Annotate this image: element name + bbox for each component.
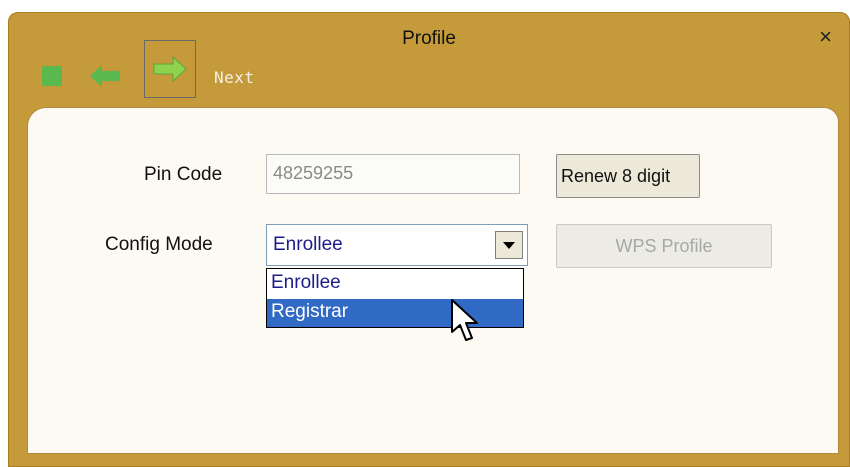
config-mode-select[interactable]: Enrollee <box>266 224 528 266</box>
option-enrollee[interactable]: Enrollee <box>267 270 523 298</box>
back-arrow-icon[interactable] <box>88 62 122 90</box>
config-mode-dropdown: Enrollee Registrar <box>266 268 524 328</box>
next-arrow-icon <box>153 55 187 83</box>
config-mode-value: Enrollee <box>273 234 343 255</box>
next-button[interactable] <box>144 40 196 98</box>
stop-square-icon[interactable] <box>42 66 62 86</box>
dropdown-arrow-icon[interactable] <box>495 231 523 259</box>
next-label: Next <box>214 68 255 87</box>
window-title: Profile <box>402 28 456 49</box>
mouse-cursor-icon <box>451 299 478 341</box>
option-registrar[interactable]: Registrar <box>267 299 523 327</box>
wps-profile-button[interactable]: WPS Profile <box>556 224 772 268</box>
config-mode-label: Config Mode <box>105 234 213 255</box>
pin-code-label: Pin Code <box>144 164 223 185</box>
profile-window: Profile × Next Pin Code 48259255 Renew 8… <box>8 12 850 467</box>
renew-8-digit-button[interactable]: Renew 8 digit <box>556 154 700 198</box>
profile-panel: Pin Code 48259255 Renew 8 digit Config M… <box>28 108 838 453</box>
close-icon[interactable]: × <box>819 24 832 50</box>
pin-code-field[interactable]: 48259255 <box>266 154 520 194</box>
